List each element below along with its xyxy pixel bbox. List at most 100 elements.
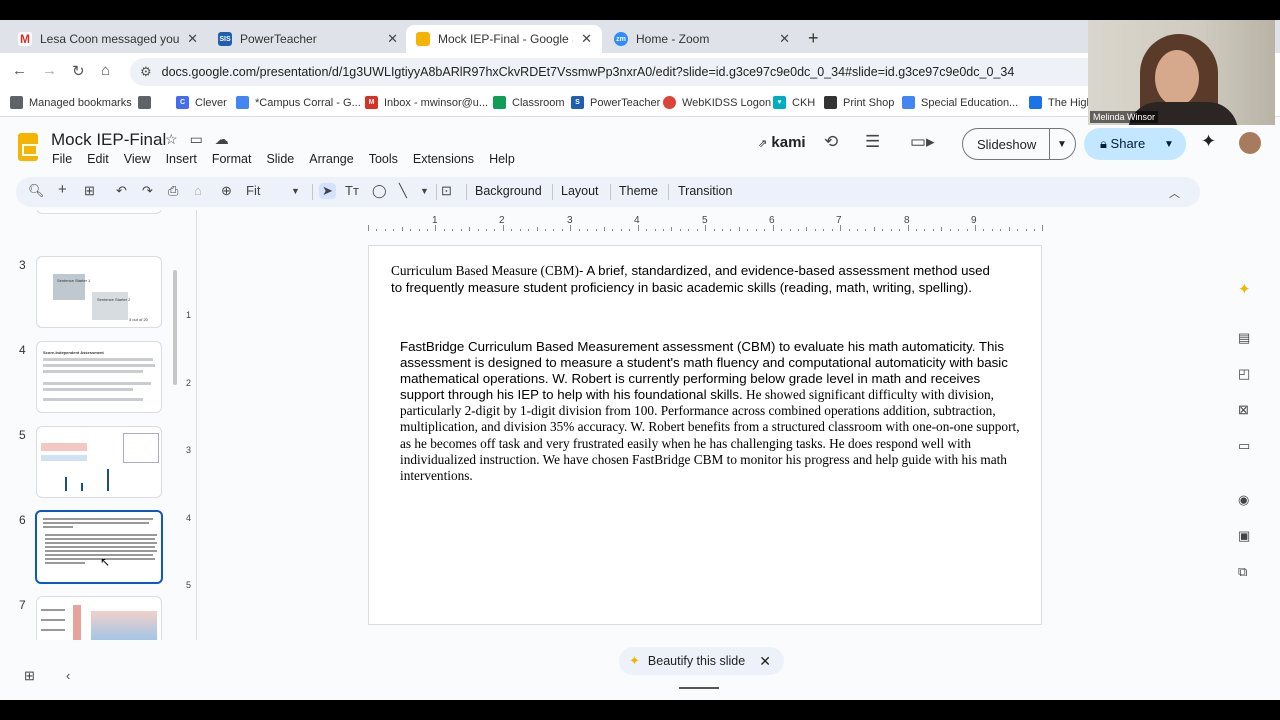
bookmark-the-high[interactable]: The High [1029,96,1093,109]
new-tab-icon[interactable]: + [808,28,819,49]
slide-thumbnail-3[interactable]: Sentence Starter 1 Sentence Starter 2 3 … [36,256,162,328]
new-slide-icon[interactable]: ⊞ [84,183,95,199]
menu-file[interactable]: File [52,152,72,166]
text-box-icon[interactable]: Tт [345,183,359,198]
chevron-up-icon[interactable]: ︿ [1169,185,1180,201]
slide-thumbnail-5[interactable] [36,426,162,498]
slide-thumbnail-7[interactable] [36,596,162,640]
back-icon[interactable]: ← [12,62,27,79]
meet-video-icon[interactable]: ▭▸ [910,132,935,152]
chevron-down-icon[interactable]: ▼ [1164,139,1174,150]
bookmark-apps[interactable] [138,96,157,109]
grid-view-icon[interactable]: ⊞ [24,668,35,684]
reload-icon[interactable]: ↻ [72,62,85,80]
chevron-down-icon[interactable]: ▼ [291,186,300,196]
theme-button[interactable]: Theme [619,184,658,198]
video-icon[interactable]: ▣ [1238,528,1250,544]
site-info-icon[interactable]: ⚙ [140,64,152,80]
shape-icon[interactable]: ◯ [372,183,387,199]
paint-format-icon[interactable]: ⌂ [194,183,202,198]
record-icon[interactable]: ◉ [1238,492,1249,508]
gemini-icon[interactable]: ✦ [1201,131,1216,152]
address-bar[interactable]: ⚙ docs.google.com/presentation/d/1g3UWLI… [130,58,1130,86]
beautify-slide-chip[interactable]: ✦ Beautify this slide ✕ [619,647,784,675]
bookmark-managed[interactable]: Managed bookmarks [10,96,132,109]
layout-button[interactable]: Layout [561,184,599,198]
gemini-spark-icon[interactable]: ✦ [1238,280,1251,298]
bookmark-campus-corral[interactable]: *Campus Corral - G... [236,96,361,109]
close-icon[interactable]: ✕ [759,653,771,670]
cloud-status-icon[interactable]: ☁ [215,131,229,148]
kami-button[interactable]: ⇗ kami [758,134,806,151]
background-button[interactable]: Background [475,184,542,198]
slideshow-button[interactable]: Slideshow ▼ [962,128,1076,160]
menu-help[interactable]: Help [489,152,515,166]
chevron-left-icon[interactable]: ‹ [66,668,70,683]
folder-icon[interactable]: ▭ [1238,438,1250,454]
tab-google-slides[interactable]: Mock IEP-Final - Google Slides ✕ [406,25,602,53]
ruler-tick [932,229,934,231]
slide-thumbnail-2[interactable] [36,210,162,214]
slide-thumbnail-6[interactable] [35,510,163,584]
bookmark-clever[interactable]: C Clever [176,96,227,109]
move-folder-icon[interactable]: ▭ [190,131,203,148]
document-title[interactable]: Mock IEP-Final [51,130,166,150]
comments-icon[interactable]: ☰ [865,132,880,152]
screenshot-icon[interactable]: ⧉ [1238,564,1247,580]
close-icon[interactable]: ✕ [387,31,398,47]
bookmark-inbox[interactable]: M Inbox - mwinsor@u... [365,96,488,109]
tab-zoom[interactable]: zm Home - Zoom ✕ [604,25,800,53]
bookmark-webkidss[interactable]: WebKIDSS Logon [663,96,771,109]
ruler-tick [401,227,403,231]
add-comment-icon[interactable]: ⊡ [441,183,452,199]
avatar[interactable] [1237,130,1263,156]
chevron-down-icon[interactable]: ▼ [420,186,429,196]
ruler-tick [435,225,437,231]
star-icon[interactable]: ☆ [165,131,178,148]
zoom-select[interactable]: Fit [246,183,260,198]
keep-notes-icon[interactable]: ▤ [1238,330,1250,346]
menu-view[interactable]: View [124,152,151,166]
undo-icon[interactable]: ↶ [116,183,127,199]
assessment-description-text[interactable]: FastBridge Curriculum Based Measurement … [400,339,1020,484]
bookmark-ckh[interactable]: ♥ CKH [773,96,815,109]
bookmark-print-shop[interactable]: Print Shop [824,96,894,109]
share-button[interactable]: 🔒︎ Share ▼ [1084,128,1186,160]
thumbnail-bar [81,483,83,491]
slide-thumbnail-4[interactable]: Score-Independent Assessment [36,341,162,413]
menu-arrange[interactable]: Arrange [309,152,353,166]
zoom-icon[interactable]: ⊕ [221,183,232,199]
line-icon[interactable]: ╲ [399,183,407,199]
tab-powerteacher[interactable]: SIS PowerTeacher ✕ [208,25,408,53]
close-icon[interactable]: ✕ [187,31,198,47]
forward-icon[interactable]: → [42,62,57,79]
cbm-definition-text[interactable]: Curriculum Based Measure (CBM)- A brief,… [391,263,991,296]
transition-button[interactable]: Transition [678,184,732,198]
select-cursor-icon[interactable]: ➤ [319,183,336,199]
print-icon[interactable]: ⎙ [168,183,178,199]
slide-6[interactable]: Curriculum Based Measure (CBM)- A brief,… [368,245,1042,625]
menu-slide[interactable]: Slide [266,152,294,166]
version-history-icon[interactable]: ⟲ [824,132,838,152]
ruler-tick [781,229,783,231]
add-icon[interactable]: + [58,181,67,198]
menu-insert[interactable]: Insert [166,152,197,166]
contacts-icon[interactable]: ⊠ [1238,402,1249,418]
close-icon[interactable]: ✕ [779,31,790,47]
menu-edit[interactable]: Edit [87,152,109,166]
filmstrip-scrollbar[interactable] [173,270,177,385]
bookmark-powerteacher[interactable]: S PowerTeacher [571,96,660,109]
bookmark-special-education[interactable]: Special Education... [902,96,1018,109]
tasks-icon[interactable]: ◰ [1238,366,1250,382]
menu-format[interactable]: Format [212,152,252,166]
bookmark-classroom[interactable]: Classroom [493,96,565,109]
slides-logo-icon[interactable] [18,133,38,161]
home-icon[interactable]: ⌂ [101,62,110,79]
menu-extensions[interactable]: Extensions [413,152,474,166]
tab-gmail[interactable]: M Lesa Coon messaged you - Ch ✕ [8,25,208,53]
chevron-down-icon[interactable]: ▼ [1050,139,1067,150]
search-menus-icon[interactable]: 🔍︎ [28,183,45,199]
menu-tools[interactable]: Tools [369,152,398,166]
redo-icon[interactable]: ↷ [142,183,153,199]
close-icon[interactable]: ✕ [581,31,592,47]
